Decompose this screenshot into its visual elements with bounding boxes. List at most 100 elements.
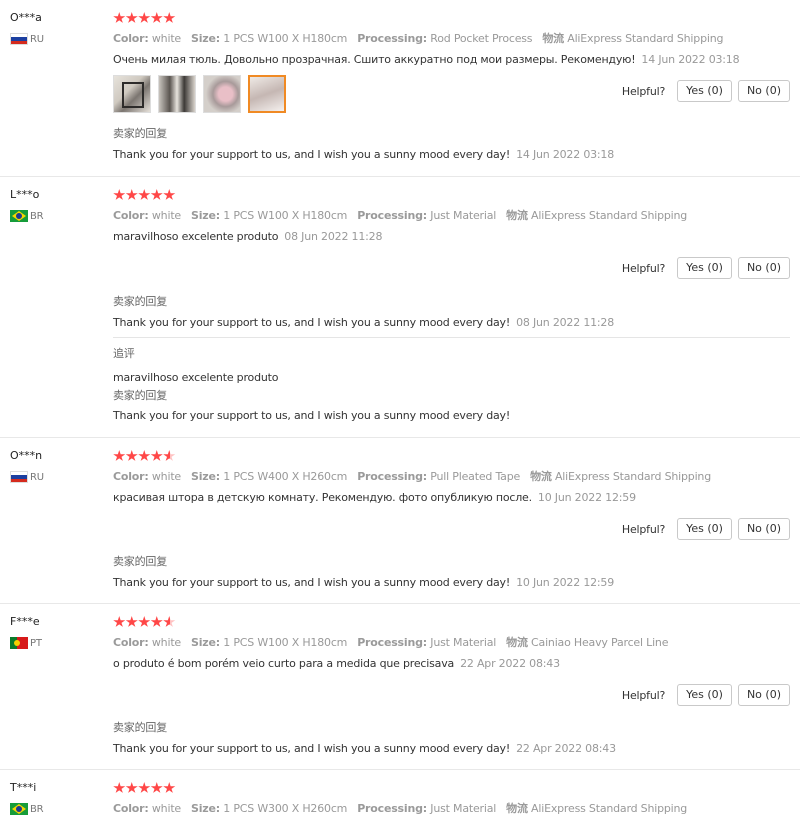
helpful-no-button[interactable]: No (0) — [737, 518, 790, 540]
half-star-icon — [163, 450, 176, 461]
reviewer-name: O***n — [10, 449, 43, 462]
color-value: white — [151, 470, 181, 483]
seller-reply-text: Thank you for your support to us, and I … — [113, 148, 511, 161]
helpful-no-button[interactable]: No (0) — [737, 80, 790, 102]
reviewer-country: BR — [10, 802, 100, 816]
processing-value: Just Material — [430, 802, 497, 815]
shipping-label: 物流 — [530, 470, 552, 483]
reviewer-info: O***n RU — [10, 448, 100, 484]
star-icon — [138, 189, 151, 200]
star-icon — [163, 189, 176, 200]
seller-reply-line: Thank you for your support to us, and I … — [113, 742, 616, 756]
helpful-yes-button[interactable]: Yes (0) — [677, 80, 732, 102]
review-photo-thumbnail-selected[interactable] — [248, 75, 286, 113]
size-label: Size: — [191, 32, 220, 45]
star-icon — [138, 450, 151, 461]
portugal-flag-icon — [10, 637, 28, 649]
star-icon — [150, 616, 163, 627]
seller-reply-date: 14 Jun 2022 03:18 — [516, 148, 615, 161]
helpful-yes-button[interactable]: Yes (0) — [677, 518, 732, 540]
brazil-flag-icon — [10, 210, 28, 222]
seller-reply-label: 卖家的回复 — [113, 127, 167, 140]
country-code: RU — [30, 471, 44, 483]
sku-info: Color: white Size: 1 PCS W100 X H180cm Pro… — [113, 32, 723, 46]
star-icon — [163, 782, 176, 793]
star-icon — [113, 616, 126, 627]
additional-review-text: maravilhoso excelente produto — [113, 371, 279, 384]
review-photo-thumbnail[interactable] — [158, 75, 196, 113]
review-date: 22 Apr 2022 08:43 — [460, 657, 560, 670]
star-rating — [113, 189, 176, 203]
half-star-icon — [163, 616, 176, 627]
helpful-label: Helpful? — [621, 84, 666, 98]
reviewer-name: F***e — [10, 615, 40, 628]
reviewer-info: O***a RU — [10, 10, 100, 46]
star-icon — [125, 189, 138, 200]
review-photo-thumbnail[interactable] — [203, 75, 241, 113]
shipping-value: AliExpress Standard Shipping — [554, 470, 711, 483]
review-item: L***o BR Color: white Size: 1 PCS W100 X … — [0, 177, 800, 438]
helpful-label: Helpful? — [621, 522, 666, 536]
star-icon — [150, 450, 163, 461]
divider — [113, 337, 790, 338]
color-value: white — [151, 802, 181, 815]
reviewer-name: O***a — [10, 11, 42, 24]
processing-label: Processing: — [357, 802, 427, 815]
country-code: PT — [30, 637, 42, 649]
reviewer-name: T***i — [10, 781, 37, 794]
helpful-vote: Helpful? Yes (0) No (0) — [622, 684, 790, 706]
reviewer-info: L***o BR — [10, 187, 100, 223]
shipping-label: 物流 — [506, 636, 528, 649]
size-value: 1 PCS W100 X H180cm — [223, 636, 348, 649]
color-label: Color: — [113, 209, 149, 222]
review-item: F***e PT Color: white Size: 1 PCS W100 X … — [0, 604, 800, 770]
helpful-no-button[interactable]: No (0) — [737, 684, 790, 706]
color-value: white — [151, 636, 181, 649]
seller-reply-line: Thank you for your support to us, and I … — [113, 148, 614, 162]
color-value: white — [151, 32, 181, 45]
processing-label: Processing: — [357, 636, 427, 649]
star-icon — [150, 189, 163, 200]
star-rating — [113, 12, 176, 26]
color-label: Color: — [113, 32, 149, 45]
seller-reply-text: Thank you for your support to us, and I … — [113, 576, 511, 589]
shipping-label: 物流 — [506, 209, 528, 222]
sku-info: Color: white Size: 1 PCS W100 X H180cm Pro… — [113, 209, 687, 223]
reviewer-info: F***e PT — [10, 614, 100, 650]
size-label: Size: — [191, 209, 220, 222]
shipping-value: AliExpress Standard Shipping — [531, 802, 688, 815]
reviewer-country: RU — [10, 470, 100, 484]
shipping-value: AliExpress Standard Shipping — [531, 209, 688, 222]
star-icon — [150, 782, 163, 793]
helpful-yes-button[interactable]: Yes (0) — [677, 684, 732, 706]
size-value: 1 PCS W300 X H260cm — [223, 802, 348, 815]
russia-flag-icon — [10, 471, 28, 483]
star-rating — [113, 616, 176, 630]
review-photos — [113, 75, 286, 113]
country-code: BR — [30, 803, 44, 815]
review-photo-thumbnail[interactable] — [113, 75, 151, 113]
review-text: maravilhoso excelente produto — [113, 230, 279, 243]
sku-info: Color: white Size: 1 PCS W400 X H260cm Pro… — [113, 470, 711, 484]
star-icon — [138, 12, 151, 23]
helpful-no-button[interactable]: No (0) — [737, 257, 790, 279]
helpful-yes-button[interactable]: Yes (0) — [677, 257, 732, 279]
processing-value: Pull Pleated Tape — [430, 470, 521, 483]
reviewer-name: L***o — [10, 188, 40, 201]
processing-label: Processing: — [357, 32, 427, 45]
review-date: 14 Jun 2022 03:18 — [641, 53, 740, 66]
sku-info: Color: white Size: 1 PCS W100 X H180cm Pro… — [113, 636, 668, 650]
helpful-vote: Helpful? Yes (0) No (0) — [622, 257, 790, 279]
review-text: o produto é bom porém veio curto para a … — [113, 657, 455, 670]
seller-reply-label: 卖家的回复 — [113, 555, 167, 568]
star-icon — [138, 782, 151, 793]
review-item: O***n RU Color: white Size: 1 PCS W400 X … — [0, 438, 800, 604]
shipping-label: 物流 — [542, 32, 564, 45]
russia-flag-icon — [10, 33, 28, 45]
size-label: Size: — [191, 636, 220, 649]
review-text: красивая штора в детскую комнату. Рекоме… — [113, 491, 532, 504]
color-label: Color: — [113, 470, 149, 483]
additional-review-label: 追评 — [113, 347, 135, 360]
review-item: O***a RU Color: white Size: 1 PCS W100 X … — [0, 0, 800, 177]
seller-reply-text: Thank you for your support to us, and I … — [113, 409, 511, 422]
